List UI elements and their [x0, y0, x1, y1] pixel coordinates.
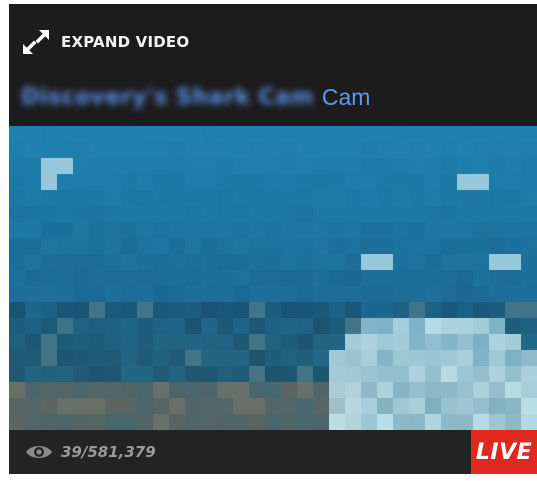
video-title-obscured[interactable]: Discovery's Shark Cam	[21, 85, 314, 110]
live-badge: LIVE	[471, 430, 537, 474]
expand-video-button[interactable]: EXPAND VIDEO	[21, 28, 189, 56]
video-title-suffix[interactable]: Cam	[322, 84, 371, 111]
video-thumbnail[interactable]	[9, 126, 537, 430]
video-frame[interactable]	[9, 126, 537, 430]
eye-icon	[25, 443, 53, 461]
viewer-counter: 39/581,379	[25, 430, 156, 474]
video-title-link[interactable]: Discovery's Shark Cam Cam	[21, 82, 370, 112]
video-status-bar: 39/581,379 LIVE	[9, 430, 537, 474]
viewer-count: 39/581,379	[61, 443, 156, 461]
expand-video-label[interactable]: EXPAND VIDEO	[61, 33, 189, 51]
video-widget: EXPAND VIDEO Discovery's Shark Cam Cam 3…	[9, 4, 537, 474]
expand-arrows-icon[interactable]	[21, 28, 51, 56]
